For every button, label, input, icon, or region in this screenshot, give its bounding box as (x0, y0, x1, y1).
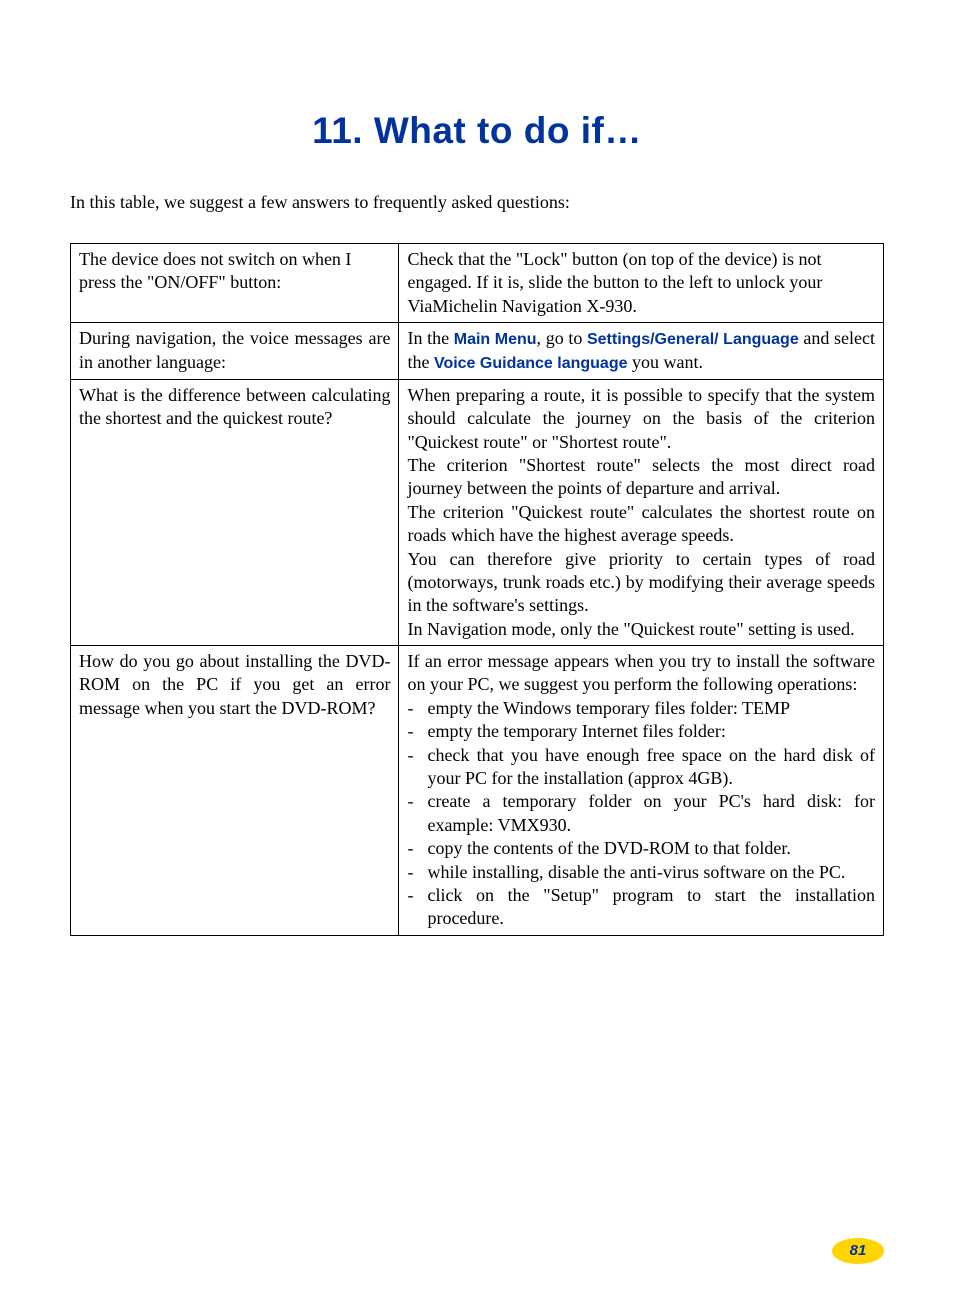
list-item: check that you have enough free space on… (407, 744, 875, 791)
faq-answer: If an error message appears when you try… (399, 646, 884, 936)
list-item: while installing, disable the anti-virus… (407, 861, 875, 884)
list-item: create a temporary folder on your PC's h… (407, 790, 875, 837)
answer-paragraph: In Navigation mode, only the "Quickest r… (407, 618, 875, 641)
table-row: How do you go about installing the DVD-R… (71, 646, 884, 936)
page-number: 81 (832, 1238, 884, 1264)
table-row: During navigation, the voice messages ar… (71, 323, 884, 380)
table-row: The device does not switch on when I pre… (71, 244, 884, 323)
answer-text: you want. (627, 352, 703, 372)
faq-question: During navigation, the voice messages ar… (71, 323, 399, 380)
answer-text: , go to (537, 328, 587, 348)
answer-paragraph: When preparing a route, it is possible t… (407, 384, 875, 454)
answer-paragraph: You can therefore give priority to certa… (407, 548, 875, 618)
answer-paragraph: The criterion "Quickest route" calculate… (407, 501, 875, 548)
page: 11. What to do if… In this table, we sug… (0, 0, 954, 1304)
answer-list: empty the Windows temporary files folder… (407, 697, 875, 931)
answer-paragraph: The criterion "Shortest route" selects t… (407, 454, 875, 501)
faq-answer: When preparing a route, it is possible t… (399, 379, 884, 645)
faq-answer: In the Main Menu, go to Settings/General… (399, 323, 884, 380)
faq-answer: Check that the "Lock" button (on top of … (399, 244, 884, 323)
ui-path-text: Settings/General/ Language (587, 331, 799, 348)
answer-text: In the (407, 328, 453, 348)
table-row: What is the difference between calculati… (71, 379, 884, 645)
faq-question: The device does not switch on when I pre… (71, 244, 399, 323)
faq-question: How do you go about installing the DVD-R… (71, 646, 399, 936)
list-item: copy the contents of the DVD-ROM to that… (407, 837, 875, 860)
list-item: empty the temporary Internet files folde… (407, 720, 875, 743)
intro-text: In this table, we suggest a few answers … (70, 192, 884, 213)
faq-table: The device does not switch on when I pre… (70, 243, 884, 936)
list-item: click on the "Setup" program to start th… (407, 884, 875, 931)
ui-path-text: Main Menu (454, 331, 537, 348)
page-title: 11. What to do if… (70, 110, 884, 152)
list-item: empty the Windows temporary files folder… (407, 697, 875, 720)
ui-path-text: Voice Guidance language (434, 355, 628, 372)
faq-question: What is the difference between calculati… (71, 379, 399, 645)
answer-lead: If an error message appears when you try… (407, 650, 875, 697)
